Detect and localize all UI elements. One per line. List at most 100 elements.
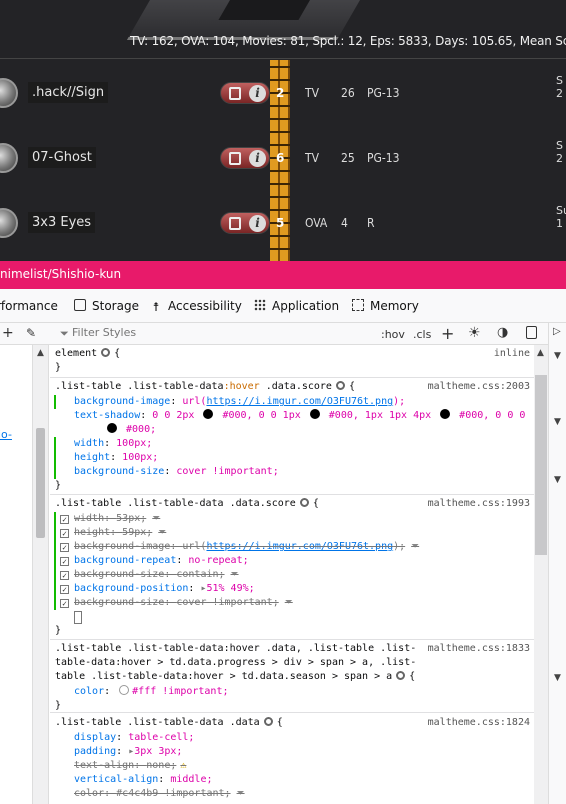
add-node-icon[interactable]: + [2, 325, 14, 341]
declaration-overridden[interactable]: ✓ background-size: contain; ⏷ [60, 568, 239, 582]
print-icon[interactable] [526, 326, 537, 339]
declaration-overridden[interactable]: ✓ background-size: cover !important; ⏷ [60, 596, 293, 610]
checkbox[interactable]: ✓ [60, 585, 69, 594]
tab-memory[interactable]: Memory [352, 299, 419, 313]
score-value[interactable]: 5 [276, 216, 284, 230]
filter-icon[interactable]: ⏷ [158, 527, 166, 538]
image-url-link[interactable]: https://i.imgur.com/O3FU76t.png [206, 541, 393, 552]
gear-icon[interactable] [299, 498, 309, 507]
declaration-overridden[interactable]: ✓ width: 53px; ⏷ [60, 512, 160, 526]
filter-icon[interactable]: ⏷ [237, 788, 245, 799]
declaration[interactable]: display: table-cell; [74, 731, 194, 745]
list-row[interactable]: .hack//Sign i 2 TV 26 PG-13 S 2 [0, 62, 566, 126]
checkbox[interactable]: ✓ [60, 557, 69, 566]
anime-thumbnail[interactable] [0, 143, 18, 173]
add-rule-icon[interactable]: + [441, 324, 454, 343]
rule-source[interactable]: maltheme.css:1833 [428, 642, 530, 656]
checkbox[interactable]: ✓ [60, 571, 69, 580]
chevron-down-icon[interactable]: ▼ [554, 475, 561, 485]
warning-icon[interactable]: ⚠ [180, 760, 186, 771]
anime-thumbnail[interactable] [0, 78, 18, 108]
declaration-overridden[interactable]: ✓ background-image: url(https://i.imgur.c… [60, 540, 419, 554]
color-swatch[interactable] [309, 409, 320, 419]
scrollbar-thumb[interactable] [535, 375, 547, 555]
gear-icon[interactable] [263, 717, 273, 726]
scroll-up-icon[interactable]: ▲ [537, 348, 544, 358]
declaration-overridden[interactable]: ✓ height: 59px; ⏷ [60, 526, 166, 540]
scroll-up-icon[interactable]: ▲ [37, 348, 44, 358]
chevron-down-icon[interactable]: ▼ [554, 351, 561, 361]
filter-icon[interactable]: ⏷ [411, 541, 419, 552]
tab-performance[interactable]: rformance [0, 299, 58, 313]
score-value[interactable]: 2 [276, 86, 284, 100]
checkbox[interactable]: ✓ [60, 543, 69, 552]
color-swatch[interactable] [440, 409, 451, 419]
rule-selector[interactable]: table-data:hover > td.data.progress > di… [55, 656, 416, 670]
color-swatch[interactable] [203, 409, 214, 419]
dark-theme-icon[interactable]: ◑ [497, 325, 508, 340]
info-icon[interactable]: i [249, 215, 266, 232]
rule-selector[interactable]: .list-table .list-table-data .data.score [55, 498, 296, 509]
declaration[interactable]: height: 100px; [74, 451, 158, 465]
rule-source[interactable]: maltheme.css:1824 [428, 716, 530, 730]
list-row[interactable]: 3x3 Eyes i 5 OVA 4 R Su 1 [0, 192, 566, 256]
rule-selector[interactable]: .list-table .list-table-data [55, 381, 224, 392]
declaration[interactable]: padding: ▸3px 3px; [74, 745, 182, 759]
declaration[interactable]: ✓ background-position: ▸51% 49%; [60, 582, 255, 596]
declaration[interactable]: background-size: cover !important; [74, 465, 279, 479]
rule-selector[interactable]: .list-table .list-table-data:hover .data… [55, 642, 416, 656]
anime-title[interactable]: .hack//Sign [28, 82, 109, 103]
declaration[interactable]: text-shadow: 0 0 2px #000, 0 0 1px #000,… [74, 409, 525, 423]
declaration[interactable]: background-image: url(https://i.imgur.co… [74, 395, 405, 409]
rules-scrollbar[interactable]: ▲ [534, 345, 548, 804]
declaration[interactable]: width: 100px; [74, 437, 152, 451]
list-row[interactable]: 07-Ghost i 6 TV 25 PG-13 S 2 [0, 127, 566, 191]
rule-selector[interactable]: element [55, 348, 97, 359]
checkbox[interactable]: ✓ [60, 529, 69, 538]
declaration[interactable]: color: #fff !important; [74, 685, 228, 699]
gear-icon[interactable] [396, 671, 406, 680]
score-value[interactable]: 6 [276, 151, 284, 165]
info-icon[interactable]: i [249, 150, 266, 167]
anime-title[interactable]: 07-Ghost [28, 147, 96, 168]
rule-source[interactable]: maltheme.css:2003 [428, 380, 530, 394]
declaration[interactable]: ✓ background-repeat: no-repeat; [60, 554, 249, 568]
cls-toggle[interactable]: .cls [413, 328, 431, 341]
tab-accessibility[interactable]: ☨ Accessibility [150, 299, 242, 314]
rule-selector[interactable]: table .list-table-data:hover > td.data.s… [55, 671, 392, 682]
filter-icon[interactable]: ⏷ [231, 569, 239, 580]
chevron-down-icon[interactable]: ▼ [554, 417, 561, 427]
checkbox[interactable]: ✓ [60, 515, 69, 524]
color-swatch[interactable] [119, 685, 130, 695]
toggle-sidebar-icon[interactable]: ▷ [553, 326, 561, 337]
edit-icon[interactable] [229, 152, 241, 165]
anime-title[interactable]: 3x3 Eyes [28, 212, 96, 233]
declaration-overridden[interactable]: color: #c4c4b9 !important; ⏷ [74, 787, 245, 801]
gear-icon[interactable] [101, 348, 111, 357]
tab-application[interactable]: Application [254, 299, 339, 313]
checkbox[interactable]: ✓ [60, 599, 69, 608]
tab-storage[interactable]: Storage [74, 299, 139, 313]
eyedropper-icon[interactable]: ✎ [26, 326, 36, 340]
light-theme-icon[interactable]: ☀ [468, 325, 481, 341]
color-swatch[interactable] [107, 423, 117, 433]
filter-icon[interactable]: ⏷ [152, 513, 160, 524]
info-icon[interactable]: i [249, 85, 266, 102]
markup-link[interactable]: io- [0, 428, 12, 441]
edit-icon[interactable] [229, 87, 241, 100]
rule-source[interactable]: maltheme.css:1993 [428, 497, 530, 511]
declaration[interactable]: vertical-align: middle; [74, 773, 213, 787]
scrollbar-thumb[interactable] [36, 428, 45, 538]
edit-icon[interactable] [229, 217, 241, 230]
anime-thumbnail[interactable] [0, 208, 18, 238]
declaration-overridden[interactable]: text-align: none; ⚠ [74, 759, 186, 773]
rule-selector[interactable]: .list-table .list-table-data .data [55, 717, 260, 728]
pane-scrollbar[interactable]: ▲ [33, 345, 49, 804]
filter-icon[interactable]: ⏷ [285, 597, 293, 608]
filter-styles-input[interactable] [72, 326, 272, 339]
new-declaration-editor[interactable] [74, 611, 82, 624]
hov-toggle[interactable]: :hov [381, 328, 405, 341]
chevron-down-icon[interactable]: ▼ [554, 673, 561, 683]
image-url-link[interactable]: https://i.imgur.com/O3FU76t.png [206, 396, 393, 407]
gear-icon[interactable] [335, 381, 345, 390]
